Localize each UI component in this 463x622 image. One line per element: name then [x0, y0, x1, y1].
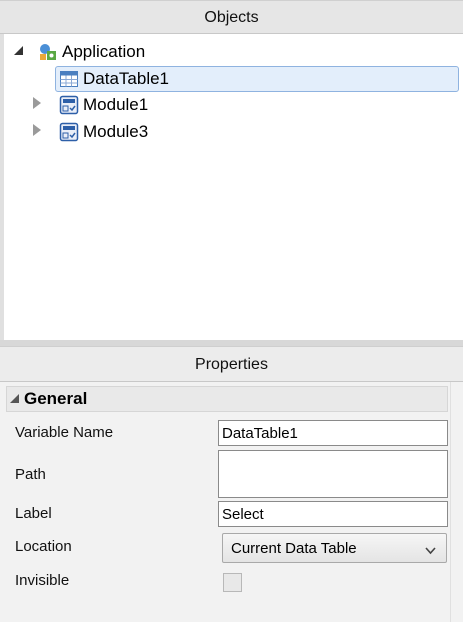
vertical-scrollbar[interactable] [450, 382, 463, 622]
path-label: Path [15, 466, 46, 483]
module-icon [59, 95, 79, 115]
label-input[interactable] [218, 501, 448, 527]
location-selected-value: Current Data Table [231, 539, 357, 557]
variable-name-label: Variable Name [15, 424, 114, 441]
data-table-icon [59, 69, 79, 89]
properties-panel-title: Properties [0, 346, 463, 382]
group-label: General [24, 389, 88, 408]
collapsed-arrow-icon[interactable] [32, 123, 44, 137]
collapsed-arrow-icon[interactable] [32, 96, 44, 110]
expanded-arrow-icon [9, 389, 20, 409]
module-icon [59, 122, 79, 142]
invisible-checkbox[interactable] [223, 573, 242, 592]
properties-body: General Variable Name Path Label Locatio… [0, 382, 463, 622]
application-icon [38, 42, 58, 62]
label-label: Label [15, 505, 52, 522]
tree-item-label: Module1 [83, 95, 149, 114]
tree-item-label: DataTable1 [83, 69, 170, 88]
tree-item-module3[interactable]: Module3 [59, 119, 148, 145]
invisible-label: Invisible [15, 572, 70, 589]
objects-tree[interactable]: Application DataTable1 Module1 Module3 [0, 34, 463, 340]
tree-item-module1[interactable]: Module1 [59, 92, 148, 118]
tree-item-label: Application [62, 42, 146, 61]
location-dropdown[interactable]: Current Data Table [222, 533, 447, 563]
chevron-down-icon [425, 542, 436, 559]
tree-item-application[interactable]: Application [38, 39, 145, 65]
path-input[interactable] [218, 450, 448, 498]
objects-panel-title: Objects [0, 0, 463, 34]
location-label: Location [15, 538, 72, 555]
tree-item-label: Module3 [83, 122, 149, 141]
expanded-arrow-icon[interactable] [12, 44, 24, 58]
general-group-header[interactable]: General [6, 386, 448, 412]
variable-name-input[interactable] [218, 420, 448, 446]
tree-item-datatable1[interactable]: DataTable1 [55, 66, 459, 92]
